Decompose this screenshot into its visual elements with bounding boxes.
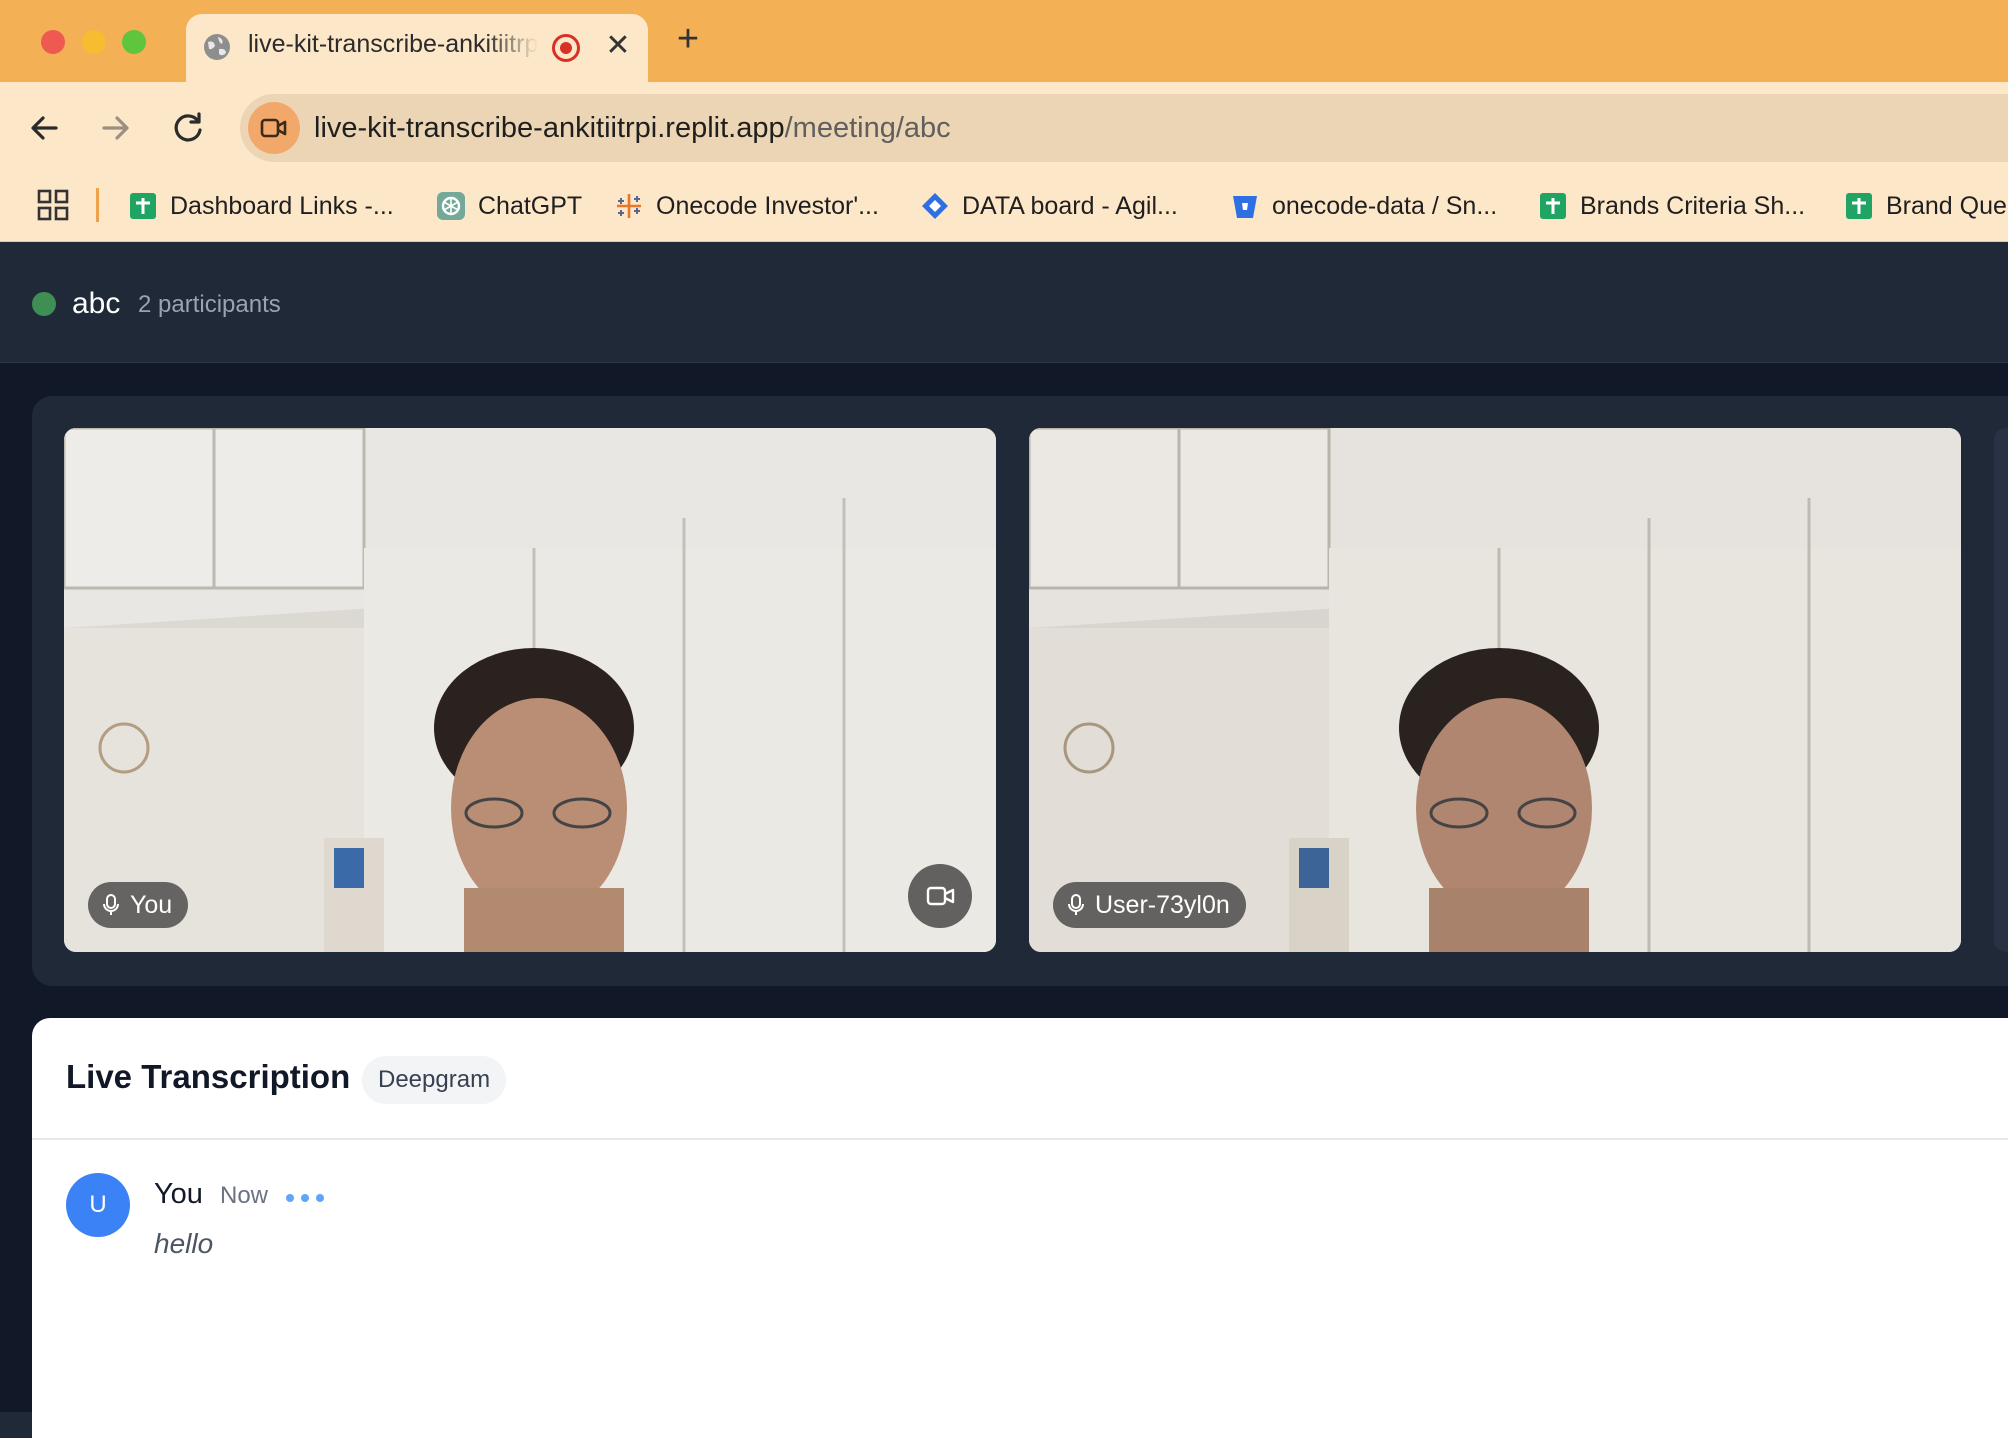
participant-name-badge: You — [88, 882, 189, 928]
bookmark-onecode-data[interactable]: onecode-data / Sn... — [1230, 186, 1497, 226]
window-zoom-button[interactable] — [122, 30, 146, 54]
connection-status-dot — [32, 292, 56, 316]
chatgpt-icon — [437, 192, 465, 220]
bookmark-label: Onecode Investor'... — [656, 191, 879, 220]
bookmark-label: ChatGPT — [478, 191, 583, 220]
bookmark-label: Brands Criteria Sh... — [1580, 191, 1806, 220]
tableau-icon — [617, 194, 641, 218]
transcription-header: Live Transcription Deepgram — [32, 1018, 2008, 1140]
video-tile-partial — [1994, 428, 2008, 952]
bookmarks-separator — [96, 188, 99, 222]
transcription-title: Live Transcription — [66, 1058, 351, 1095]
bookmark-data-board[interactable]: DATA board - Agil... — [920, 186, 1178, 226]
participant-name: You — [130, 890, 173, 919]
forward-arrow-icon[interactable] — [94, 106, 138, 150]
participant-name-badge: User-73yl0n — [1053, 882, 1246, 928]
browser-tab-active[interactable]: live-kit-transcribe-ankitiitrpi.replit.a… — [186, 14, 648, 82]
bookmark-label: onecode-data / Sn... — [1272, 191, 1498, 220]
url-host: live-kit-transcribe-ankitiitrpi.replit.a… — [314, 112, 785, 144]
participant-name: User-73yl0n — [1095, 890, 1230, 919]
tab-title: live-kit-transcribe-ankitiitrpi.replit.a… — [248, 30, 538, 58]
bookmark-label: Dashboard Links -... — [170, 191, 394, 220]
window-minimize-button[interactable] — [82, 30, 106, 54]
bookmark-onecode-investor[interactable]: Onecode Investor'... — [614, 186, 879, 226]
url-path: /meeting/abc — [784, 112, 951, 144]
video-tile-remote[interactable]: User-73yl0n — [1029, 428, 1961, 952]
video-grid: You User-73yl0n — [32, 396, 2008, 986]
google-sheets-icon — [1846, 193, 1872, 219]
message-text: hello — [154, 1228, 214, 1259]
apps-grid-icon[interactable] — [36, 188, 70, 222]
mic-icon — [1068, 894, 1084, 915]
video-camera-icon — [260, 118, 287, 138]
camera-toggle-button[interactable] — [908, 864, 972, 928]
video-feed — [64, 428, 996, 952]
video-tile-local[interactable]: You — [64, 428, 996, 952]
room-header: abc 2 participants — [0, 243, 2008, 363]
room-name: abc — [72, 287, 121, 320]
video-feed — [1029, 428, 1961, 952]
bookmark-chatgpt[interactable]: ChatGPT — [436, 186, 582, 226]
bitbucket-icon — [1233, 196, 1257, 218]
message-time: Now — [220, 1182, 269, 1209]
google-sheets-icon — [130, 193, 156, 219]
bookmark-brand-que[interactable]: Brand Que — [1844, 186, 2007, 226]
bookmark-label: DATA board - Agil... — [962, 191, 1178, 220]
google-sheets-icon — [1540, 193, 1566, 219]
tab-close-button[interactable]: ✕ — [600, 28, 636, 64]
reload-icon[interactable] — [166, 106, 210, 150]
avatar: U — [66, 1173, 130, 1237]
url-text: live-kit-transcribe-ankitiitrpi.replit.a… — [314, 112, 951, 145]
camera-icon — [926, 886, 955, 906]
typing-indicator — [286, 1194, 324, 1202]
jira-icon — [922, 193, 948, 219]
bookmarks-bar: Dashboard Links -... ChatGPT Onecode Inv… — [0, 174, 2008, 242]
address-bar[interactable]: live-kit-transcribe-ankitiitrpi.replit.a… — [240, 94, 2008, 162]
new-tab-button[interactable]: + — [670, 20, 706, 58]
back-arrow-icon[interactable] — [22, 106, 66, 150]
bookmark-brands-criteria[interactable]: Brands Criteria Sh... — [1538, 186, 1805, 226]
browser-tabstrip: live-kit-transcribe-ankitiitrpi.replit.a… — [0, 0, 2008, 82]
participant-count: 2 participants — [138, 291, 281, 318]
message-speaker: You — [154, 1178, 203, 1210]
recording-icon — [552, 34, 580, 62]
provider-badge: Deepgram — [362, 1056, 507, 1104]
site-info-button[interactable] — [248, 102, 300, 154]
mic-icon — [103, 894, 119, 915]
bookmark-dashboard-links[interactable]: Dashboard Links -... — [128, 186, 394, 226]
bookmark-label: Brand Que — [1886, 191, 2007, 220]
globe-icon — [204, 34, 230, 60]
transcription-panel: Live Transcription Deepgram U You Now he… — [32, 1018, 2008, 1438]
meeting-app: abc 2 participants You User-73yl0n Live … — [0, 243, 2008, 1438]
browser-toolbar: live-kit-transcribe-ankitiitrpi.replit.a… — [0, 82, 2008, 174]
window-close-button[interactable] — [41, 30, 65, 54]
